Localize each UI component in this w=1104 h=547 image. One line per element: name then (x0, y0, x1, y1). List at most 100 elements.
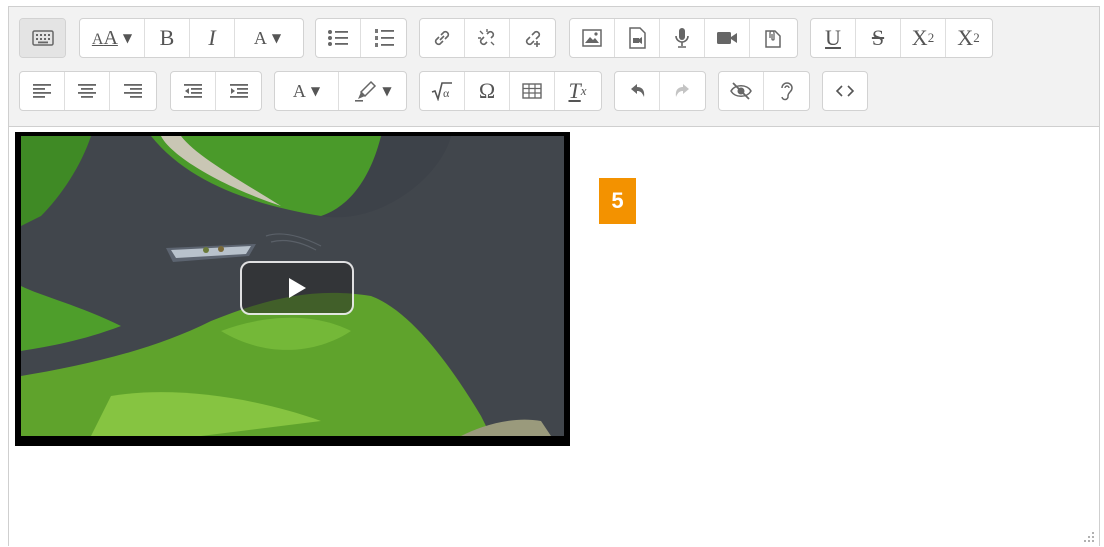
font-color-label: A (292, 80, 306, 101)
font-color-dropdown[interactable]: A ▼ (275, 72, 340, 110)
undo-button[interactable] (615, 72, 660, 110)
omega-label: Ω (478, 78, 496, 103)
chevron-down-icon: ▼ (382, 84, 392, 98)
anchor-link-icon (525, 30, 540, 47)
toolbar-group-align (19, 71, 157, 111)
outdent-icon (184, 84, 202, 98)
highlighter-icon (355, 80, 377, 102)
clear-formatting-button[interactable]: Tx (555, 72, 600, 110)
video-camera-icon (717, 32, 737, 44)
insert-image-button[interactable] (570, 19, 615, 57)
toolbar-group-insert: α Ω Tx (419, 71, 602, 111)
font-size-dropdown[interactable]: AA ▼ (80, 19, 145, 57)
bold-label: B (159, 25, 175, 50)
text-style-label: A (253, 27, 267, 48)
accessibility-checker-button[interactable] (719, 72, 764, 110)
svg-text:α: α (443, 86, 450, 100)
bold-button[interactable]: B (145, 19, 190, 57)
eye-slash-icon (730, 82, 752, 100)
undo-icon (631, 84, 645, 97)
record-video-button[interactable] (705, 19, 750, 57)
align-left-icon (33, 84, 51, 98)
redo-button[interactable] (660, 72, 705, 110)
toolbar-group-media (569, 18, 798, 58)
subscript-base: X (911, 25, 928, 50)
align-center-icon (78, 84, 96, 98)
chevron-down-icon: ▼ (122, 31, 133, 45)
superscript-mark: 2 (973, 30, 980, 45)
image-icon (582, 29, 602, 47)
equation-button[interactable]: α (420, 72, 465, 110)
insert-table-button[interactable] (510, 72, 555, 110)
strikethrough-button[interactable]: S (856, 19, 901, 57)
clear-format-label: T (568, 78, 581, 103)
text-style-dropdown[interactable]: A ▼ (235, 19, 300, 57)
underline-label: U (825, 25, 841, 50)
manage-files-button[interactable] (750, 19, 795, 57)
bullet-list-icon (328, 30, 348, 46)
font-size-label: A (91, 30, 104, 48)
highlight-color-dropdown[interactable]: ▼ (339, 72, 406, 110)
indent-button[interactable] (216, 72, 261, 110)
ear-icon (780, 82, 793, 101)
redo-icon (675, 84, 689, 97)
subscript-mark: 2 (927, 30, 935, 45)
special-characters-button[interactable]: Ω (465, 72, 510, 110)
toolbar-group-links (419, 18, 556, 58)
resize-handle-icon[interactable] (1083, 531, 1095, 543)
outdent-button[interactable] (171, 72, 216, 110)
link-button[interactable] (420, 19, 465, 57)
rich-text-editor: AA ▼ B I A ▼ U S X 2 X 2 A ▼ ▼ α Ω T x 5 (8, 6, 1100, 546)
table-icon (522, 83, 542, 99)
align-left-button[interactable] (20, 72, 65, 110)
link-icon (434, 30, 450, 46)
align-right-icon (123, 84, 142, 98)
editor-content-area[interactable]: 5 (9, 127, 1099, 547)
code-icon (835, 85, 855, 97)
video-play-button[interactable] (240, 261, 354, 315)
superscript-button[interactable]: X2 (946, 19, 991, 57)
editor-toolbar: AA ▼ B I A ▼ U S X 2 X 2 A ▼ ▼ α Ω T x (9, 7, 1099, 127)
clear-format-sub: x (580, 83, 587, 98)
chevron-down-icon: ▼ (310, 84, 321, 98)
toolbar-group-color: A ▼ ▼ (274, 71, 407, 111)
screenreader-helper-button[interactable] (764, 72, 809, 110)
superscript-base: X (957, 25, 974, 50)
toolbar-group-history (614, 71, 706, 111)
italic-button[interactable]: I (190, 19, 235, 57)
toolbar-group-source (822, 71, 868, 111)
toolbar-group-lists (315, 18, 407, 58)
microphone-icon (675, 28, 689, 48)
files-icon (764, 30, 781, 48)
strikethrough-label: S (871, 25, 885, 50)
unlink-button[interactable] (465, 19, 510, 57)
font-size-label-large: A (103, 26, 118, 49)
toolbar-group-toggle (19, 18, 66, 58)
html-source-button[interactable] (823, 72, 867, 110)
insert-media-button[interactable] (615, 19, 660, 57)
play-icon (289, 278, 306, 298)
subscript-button[interactable]: X2 (901, 19, 946, 57)
ordered-list-button[interactable] (361, 19, 406, 57)
toolbar-group-format: U S X2 X2 (810, 18, 993, 58)
toolbar-group-accessibility (718, 71, 810, 111)
align-right-button[interactable] (110, 72, 155, 110)
numbered-list-icon (374, 29, 394, 47)
toolbar-group-indent (170, 71, 262, 111)
unordered-list-button[interactable] (316, 19, 361, 57)
align-center-button[interactable] (65, 72, 110, 110)
font-size-icon: AA (92, 27, 118, 50)
toolbar-toggle-button[interactable] (20, 19, 65, 57)
media-file-icon (629, 27, 646, 49)
anchor-button[interactable] (510, 19, 555, 57)
keyboard-icon (31, 30, 54, 46)
step-marker-label: 5 (611, 188, 624, 213)
embedded-video[interactable] (15, 132, 570, 446)
chevron-down-icon: ▼ (271, 31, 282, 45)
toolbar-group-text: AA ▼ B I A ▼ (79, 18, 304, 58)
square-root-icon: α (431, 82, 452, 101)
unlink-icon (478, 29, 495, 46)
record-audio-button[interactable] (660, 19, 705, 57)
indent-icon (229, 84, 248, 98)
underline-button[interactable]: U (811, 19, 856, 57)
